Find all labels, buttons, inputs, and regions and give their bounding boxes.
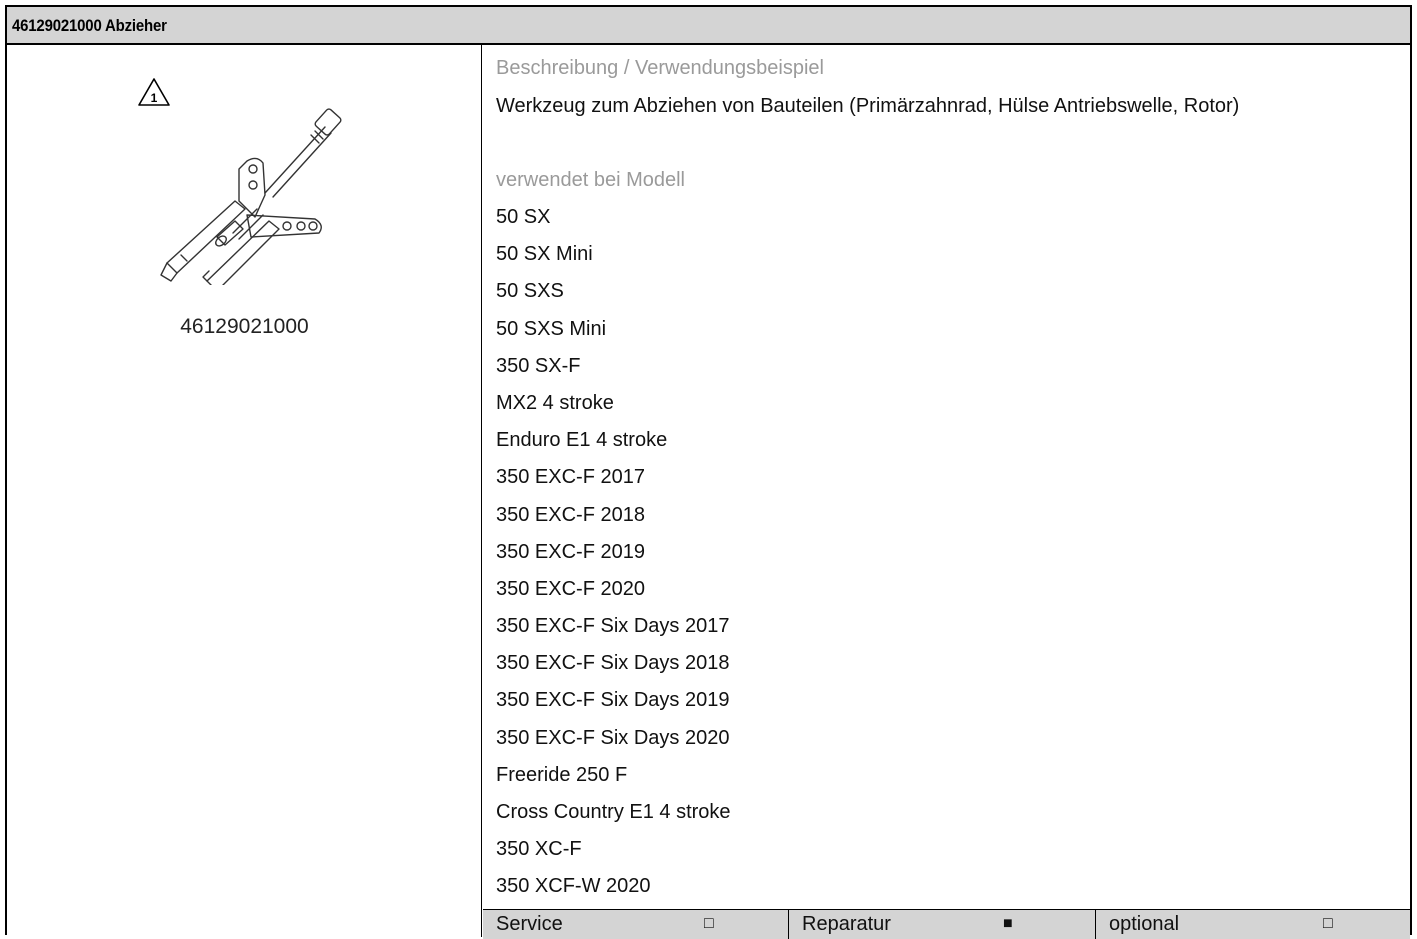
tool-data-sheet: 46129021000 Abzieher 1 46129021000 Besch… <box>5 5 1412 939</box>
tool-image-panel: 1 46129021000 <box>7 45 482 937</box>
description-label: Beschreibung / Verwendungsbeispiel <box>496 57 824 79</box>
model-item: 350 EXC-F Six Days 2018 <box>496 652 730 675</box>
model-item: 350 EXC-F 2018 <box>496 503 645 526</box>
reparatur-checkbox-icon: ■ <box>1003 915 1013 932</box>
model-item: 350 EXC-F Six Days 2020 <box>496 726 730 749</box>
model-item: MX2 4 stroke <box>496 391 614 414</box>
models-label: verwendet bei Modell <box>496 169 685 191</box>
optional-checkbox-icon: □ <box>1323 915 1333 932</box>
usage-service-label: Service <box>496 913 563 935</box>
page-title: 46129021000 Abzieher <box>12 16 167 35</box>
title-bar: 46129021000 Abzieher <box>7 7 1410 45</box>
usage-optional-label: optional <box>1109 913 1180 935</box>
model-item: 50 SXS <box>496 280 564 303</box>
model-item: Freeride 250 F <box>496 763 628 786</box>
model-item: 350 EXC-F Six Days 2019 <box>496 689 730 712</box>
model-item: 50 SX <box>496 206 551 228</box>
warning-number: 1 <box>151 91 158 105</box>
models-list: 50 SX 50 SX Mini 50 SXS 50 SXS Mini 350 … <box>496 207 731 914</box>
model-item: 350 EXC-F Six Days 2017 <box>496 615 730 638</box>
model-item: Enduro E1 4 stroke <box>496 429 668 452</box>
description-text: Werkzeug zum Abziehen von Bauteilen (Pri… <box>496 95 1240 117</box>
puller-tool-image <box>160 108 342 285</box>
model-item: 50 SXS Mini <box>496 317 607 340</box>
usage-reparatur-label: Reparatur <box>802 913 891 935</box>
model-item: 350 XC-F <box>496 838 582 861</box>
model-item: 350 XCF-W 2020 <box>496 875 651 898</box>
warning-triangle-icon: 1 <box>138 78 170 106</box>
model-item: 350 EXC-F 2019 <box>496 540 645 563</box>
model-item: 350 SX-F <box>496 354 581 377</box>
model-item: 350 EXC-F 2017 <box>496 466 645 489</box>
model-item: Cross Country E1 4 stroke <box>496 801 731 823</box>
tool-info-panel: Beschreibung / Verwendungsbeispiel Werkz… <box>483 45 1410 939</box>
model-item: 50 SX Mini <box>496 243 593 266</box>
service-checkbox-icon: □ <box>704 915 714 932</box>
part-number: 46129021000 <box>180 315 309 338</box>
model-item: 350 EXC-F 2020 <box>496 577 645 600</box>
